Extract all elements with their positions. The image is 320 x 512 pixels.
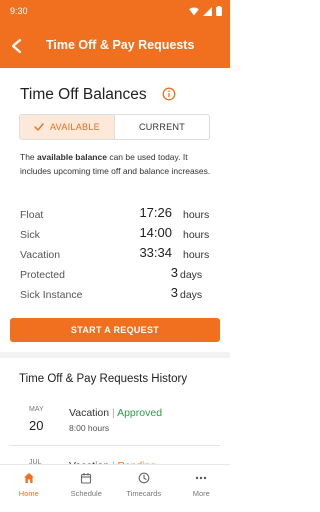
- wifi-icon: [189, 6, 199, 15]
- app-bar: Time Off & Pay Requests: [0, 24, 230, 68]
- history-title: Time Off & Pay Requests History: [19, 373, 188, 385]
- description-prefix: The: [20, 152, 38, 162]
- section-divider: [0, 352, 230, 358]
- balance-unit: days: [180, 269, 203, 281]
- balance-type-toggle: AVAILABLE CURRENT: [19, 114, 210, 140]
- battery-icon: [216, 6, 222, 16]
- nav-tab-timecards[interactable]: Timecards: [115, 465, 173, 512]
- nav-label: More: [192, 489, 210, 498]
- balance-label: Sick Instance: [20, 289, 83, 301]
- status-icons: [189, 6, 222, 16]
- nav-tab-home[interactable]: Home: [0, 465, 58, 512]
- info-icon[interactable]: [162, 87, 176, 101]
- balance-unit: hours: [183, 229, 210, 241]
- balance-row-vacation: Vacation 33:34 hours: [20, 245, 220, 265]
- start-request-button[interactable]: START A REQUEST: [10, 318, 220, 342]
- toggle-current[interactable]: CURRENT: [115, 115, 209, 139]
- balance-label: Float: [20, 209, 44, 221]
- home-icon: [23, 473, 34, 483]
- request-day: 20: [29, 418, 44, 433]
- more-icon: [196, 476, 207, 480]
- request-status: Approved: [117, 407, 163, 419]
- balance-row-float: Float 17:26 hours: [20, 205, 220, 225]
- request-hours: 8:00 hours: [69, 423, 110, 433]
- toggle-available-label: AVAILABLE: [50, 122, 100, 132]
- nav-label: Schedule: [70, 489, 102, 498]
- clock-icon: [138, 472, 150, 484]
- balance-unit: days: [180, 289, 203, 301]
- toggle-current-label: CURRENT: [138, 122, 186, 132]
- list-divider: [10, 445, 220, 446]
- balance-row-sick: Sick 14:00 hours: [20, 225, 220, 245]
- bottom-navigation: Home Schedule Timecards More: [0, 464, 230, 512]
- balance-unit: hours: [183, 249, 210, 261]
- request-separator: |: [112, 407, 115, 419]
- nav-tab-more[interactable]: More: [173, 465, 231, 512]
- description-bold: available balance: [37, 152, 107, 162]
- balance-description: The available balance can be used today.…: [20, 151, 212, 178]
- balances-title: Time Off Balances: [20, 86, 147, 103]
- request-type-line: Vacation | Approved: [69, 407, 162, 419]
- nav-label: Home: [18, 489, 39, 498]
- schedule-icon: [81, 473, 92, 484]
- request-month: MAY: [29, 406, 44, 413]
- page-title: Time Off & Pay Requests: [46, 38, 195, 52]
- balance-label: Sick: [20, 229, 40, 241]
- balance-label: Protected: [20, 269, 65, 281]
- toggle-available[interactable]: AVAILABLE: [20, 115, 115, 139]
- balance-unit: hours: [183, 209, 210, 221]
- checkmark-icon: [34, 123, 44, 131]
- balance-value: 14:00: [139, 225, 172, 240]
- nav-tab-schedule[interactable]: Schedule: [58, 465, 116, 512]
- nav-label: Timecards: [126, 489, 162, 498]
- request-type: Vacation: [69, 407, 110, 419]
- balance-value: 33:34: [139, 245, 172, 260]
- balance-value: 3: [170, 265, 178, 280]
- request-item[interactable]: MAY 20 Vacation | Approved 8:00 hours: [0, 403, 230, 449]
- balance-value: 17:26: [139, 205, 172, 220]
- signal-icon: [203, 6, 212, 16]
- balance-value: 3: [170, 285, 178, 300]
- status-bar: 9:30: [0, 0, 230, 24]
- status-time: 9:30: [10, 6, 28, 16]
- back-arrow-icon[interactable]: [6, 35, 28, 57]
- balance-label: Vacation: [20, 249, 61, 261]
- balance-row-protected: Protected 3 days: [20, 265, 220, 285]
- balance-row-sick-instance: Sick Instance 3 days: [20, 285, 220, 305]
